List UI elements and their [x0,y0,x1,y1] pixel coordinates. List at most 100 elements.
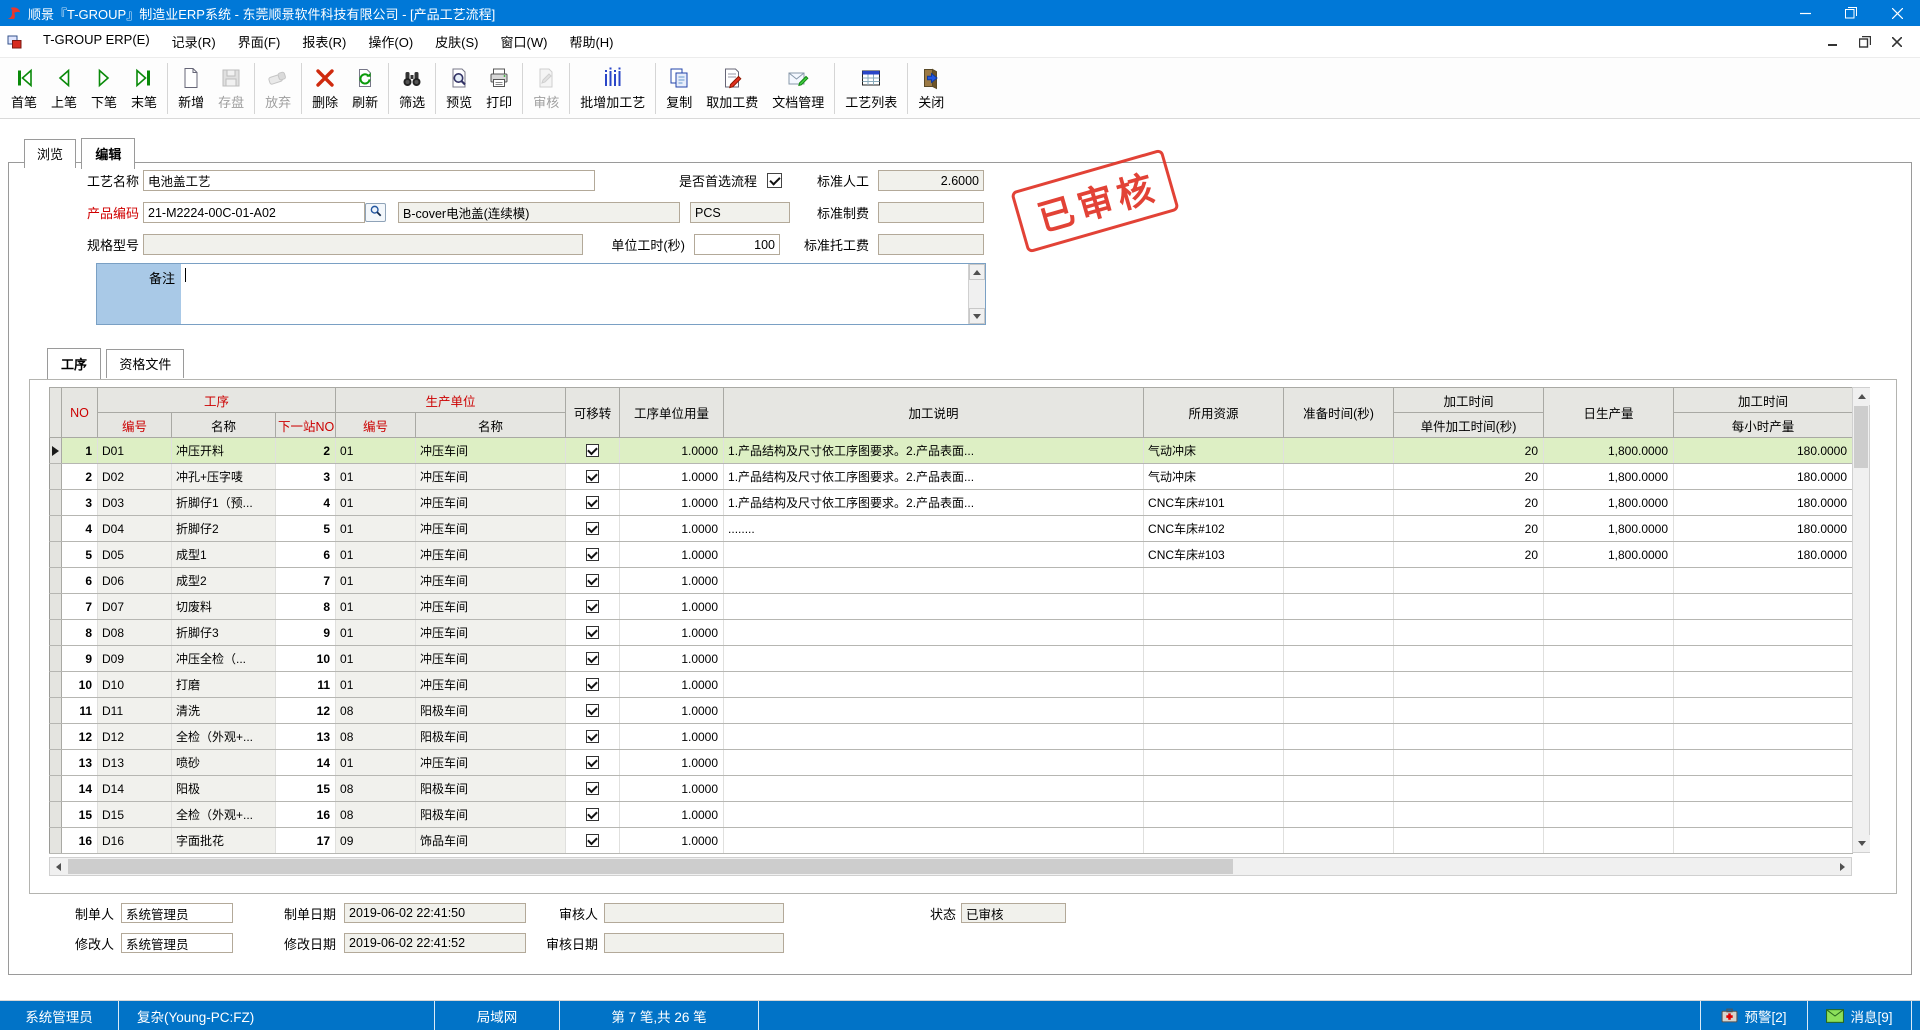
scroll-up-button[interactable] [1853,388,1870,405]
cell-process-name[interactable]: 全检（外观+... [172,802,276,828]
cell-movable[interactable] [566,698,620,724]
row-indicator-cell[interactable] [50,542,62,568]
tab-edit[interactable]: 编辑 [81,138,135,169]
cell-next-station[interactable]: 15 [276,776,336,802]
cell-resource[interactable] [1144,828,1284,854]
cell-daily-output[interactable] [1544,568,1674,594]
cell-unit-process-time[interactable] [1394,698,1544,724]
cell-unit-process-time[interactable] [1394,594,1544,620]
cell-prep-time[interactable] [1284,776,1394,802]
cell-unit-code[interactable]: 01 [336,646,416,672]
mdi-close-button[interactable] [1888,33,1906,51]
cell-movable[interactable] [566,594,620,620]
cell-prep-time[interactable] [1284,568,1394,594]
cell-unit-usage[interactable]: 1.0000 [620,646,724,672]
cell-unit-name[interactable]: 冲压车间 [416,646,566,672]
cell-movable[interactable] [566,568,620,594]
cell-resource[interactable] [1144,698,1284,724]
toolbar-button-new-doc[interactable]: 新增 [171,62,211,111]
cell-description[interactable] [724,672,1144,698]
row-indicator-cell[interactable] [50,776,62,802]
cell-description[interactable] [724,776,1144,802]
movable-checkbox[interactable] [586,574,599,587]
cell-unit-process-time[interactable]: 20 [1394,438,1544,464]
cell-unit-process-time[interactable] [1394,672,1544,698]
menu-item[interactable]: 报表(R) [291,27,357,56]
cell-unit-name[interactable]: 冲压车间 [416,568,566,594]
horizontal-scroll-thumb[interactable] [68,859,1233,874]
cell-daily-output[interactable] [1544,828,1674,854]
cell-next-station[interactable]: 11 [276,672,336,698]
cell-no[interactable]: 16 [62,828,98,854]
cell-prep-time[interactable] [1284,802,1394,828]
mdi-minimize-button[interactable] [1824,33,1842,51]
grid-row[interactable]: 4D04折脚仔2501冲压车间1.0000........CNC车床#10220… [50,516,1853,542]
toolbar-button-delete[interactable]: 删除 [305,62,345,111]
cell-no[interactable]: 2 [62,464,98,490]
cell-unit-usage[interactable]: 1.0000 [620,620,724,646]
cell-hourly-output[interactable]: 180.0000 [1674,438,1853,464]
cell-unit-name[interactable]: 冲压车间 [416,542,566,568]
cell-hourly-output[interactable] [1674,568,1853,594]
menu-item[interactable]: T-GROUP ERP(E) [32,27,161,56]
grid-row[interactable]: 3D03折脚仔1（预...401冲压车间1.00001.产品结构及尺寸依工序图要… [50,490,1853,516]
toolbar-button-batch-add[interactable]: 批增加工艺 [573,62,652,111]
cell-process-code[interactable]: D02 [98,464,172,490]
cell-unit-usage[interactable]: 1.0000 [620,464,724,490]
cell-unit-name[interactable]: 冲压车间 [416,438,566,464]
cell-resource[interactable] [1144,594,1284,620]
cell-unit-code[interactable]: 08 [336,724,416,750]
cell-process-name[interactable]: 喷砂 [172,750,276,776]
tab-process[interactable]: 工序 [47,348,101,379]
menu-item[interactable]: 帮助(H) [558,27,624,56]
remark-textarea[interactable] [181,264,968,324]
cell-next-station[interactable]: 4 [276,490,336,516]
row-indicator-cell[interactable] [50,646,62,672]
movable-checkbox[interactable] [586,522,599,535]
cell-daily-output[interactable]: 1,800.0000 [1544,516,1674,542]
cell-movable[interactable] [566,620,620,646]
cell-hourly-output[interactable] [1674,828,1853,854]
cell-movable[interactable] [566,542,620,568]
movable-checkbox[interactable] [586,548,599,561]
cell-process-code[interactable]: D09 [98,646,172,672]
cell-daily-output[interactable] [1544,724,1674,750]
cell-unit-code[interactable]: 01 [336,594,416,620]
movable-checkbox[interactable] [586,496,599,509]
cell-no[interactable]: 9 [62,646,98,672]
cell-unit-name[interactable]: 阳极车间 [416,776,566,802]
cell-unit-usage[interactable]: 1.0000 [620,776,724,802]
cell-unit-code[interactable]: 01 [336,464,416,490]
cell-unit-process-time[interactable]: 20 [1394,490,1544,516]
cell-movable[interactable] [566,776,620,802]
cell-unit-name[interactable]: 阳极车间 [416,698,566,724]
toolbar-button-fee[interactable]: 取加工费 [699,62,765,111]
cell-hourly-output[interactable]: 180.0000 [1674,490,1853,516]
cell-process-code[interactable]: D03 [98,490,172,516]
window-close-button[interactable] [1874,0,1920,26]
cell-prep-time[interactable] [1284,464,1394,490]
window-minimize-button[interactable] [1782,0,1828,26]
cell-next-station[interactable]: 6 [276,542,336,568]
grid-row[interactable]: 16D16字面批花1709饰品车间1.0000 [50,828,1853,854]
cell-process-name[interactable]: 阳极 [172,776,276,802]
movable-checkbox[interactable] [586,756,599,769]
cell-unit-code[interactable]: 01 [336,750,416,776]
cell-description[interactable] [724,698,1144,724]
cell-hourly-output[interactable] [1674,724,1853,750]
cell-unit-code[interactable]: 01 [336,542,416,568]
cell-next-station[interactable]: 10 [276,646,336,672]
cell-prep-time[interactable] [1284,750,1394,776]
cell-movable[interactable] [566,516,620,542]
cell-movable[interactable] [566,646,620,672]
cell-daily-output[interactable]: 1,800.0000 [1544,542,1674,568]
menu-item[interactable]: 皮肤(S) [424,27,489,56]
cell-unit-name[interactable]: 冲压车间 [416,464,566,490]
cell-movable[interactable] [566,672,620,698]
cell-no[interactable]: 12 [62,724,98,750]
scroll-down-button[interactable] [1853,835,1870,852]
movable-checkbox[interactable] [586,730,599,743]
cell-no[interactable]: 13 [62,750,98,776]
cell-hourly-output[interactable]: 180.0000 [1674,542,1853,568]
cell-unit-process-time[interactable] [1394,776,1544,802]
